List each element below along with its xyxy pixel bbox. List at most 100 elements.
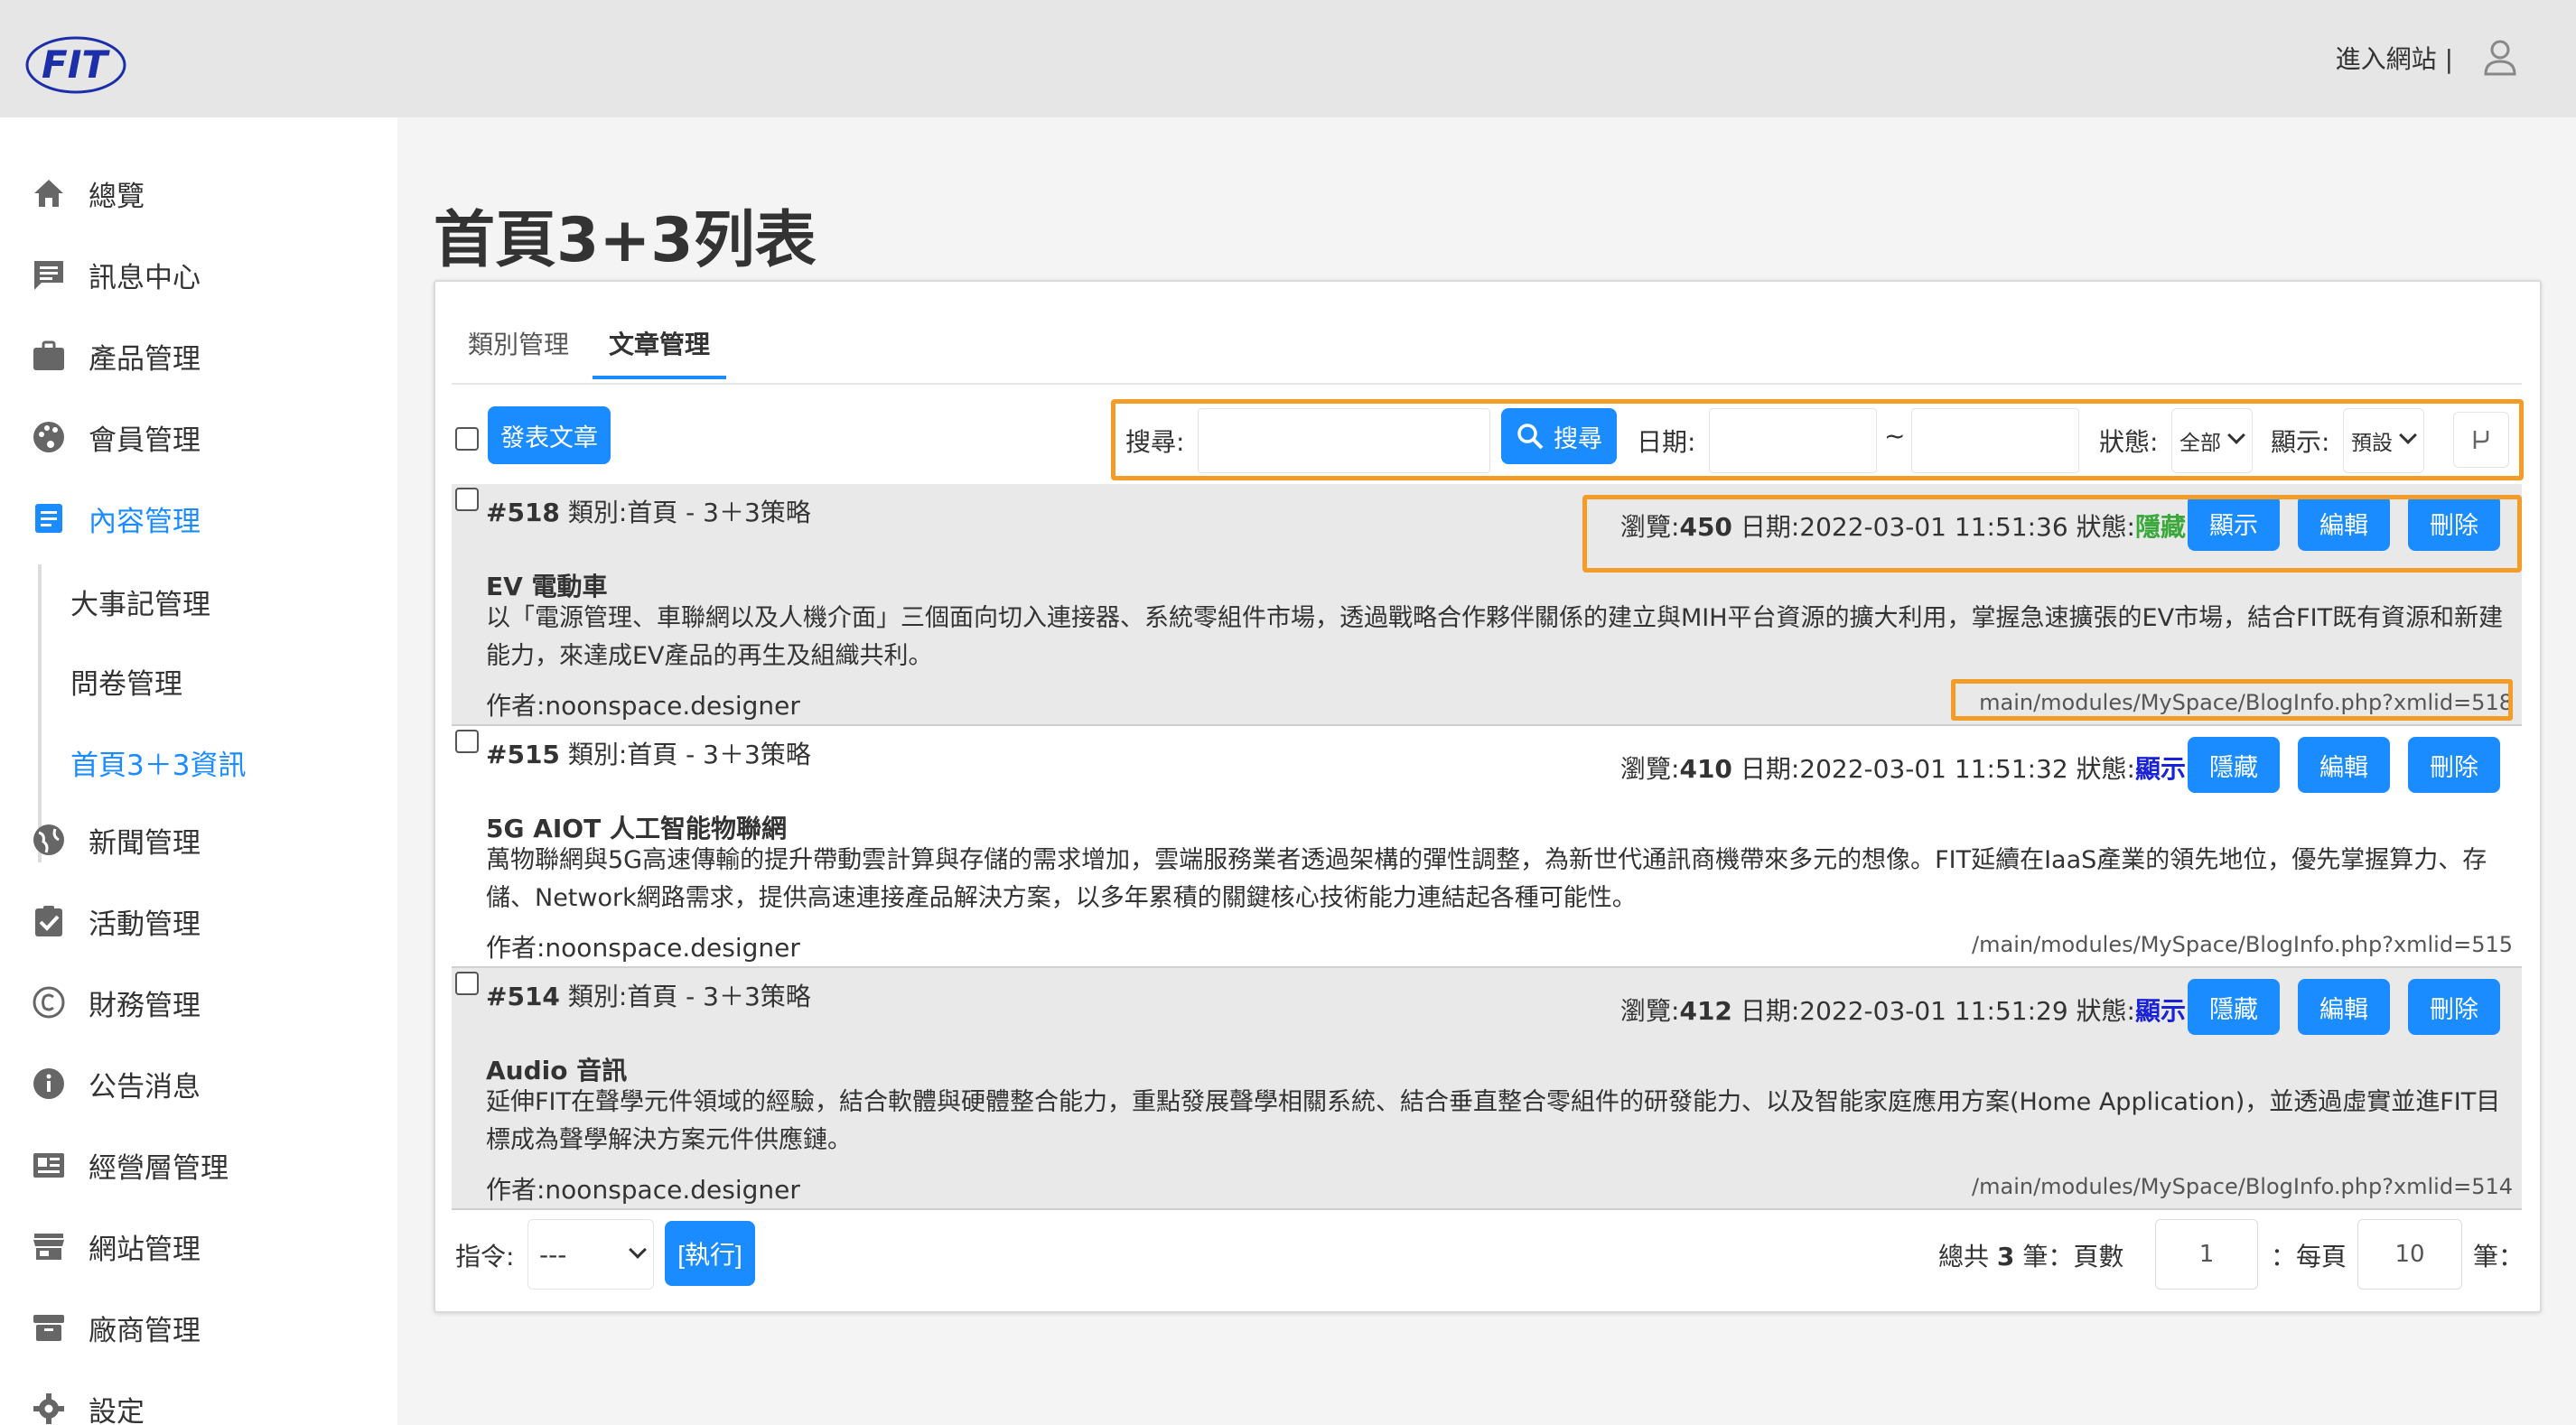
- sidebar-subitem-home-3plus3[interactable]: 首頁3＋3資訊: [70, 742, 246, 783]
- status-label: 狀態:: [2099, 427, 2159, 457]
- article-author: 作者:noonspace.designer: [486, 933, 800, 963]
- article-row: #515 類別:首頁 - 3＋3策略 瀏覽:410 日期:2022-03-01 …: [452, 726, 2522, 968]
- sidebar-item-products[interactable]: 產品管理: [31, 329, 201, 383]
- tabs-divider: [452, 383, 2522, 385]
- views-count: 412: [1679, 996, 1732, 1026]
- total-summary: 總共 3 筆：頁數: [1938, 1237, 2123, 1273]
- per-page-input[interactable]: 10: [2357, 1219, 2462, 1290]
- fit-logo[interactable]: FIT: [23, 31, 159, 96]
- article-category: 類別:首頁 - 3＋3策略: [567, 498, 811, 527]
- article-date: 日期:2022-03-01 11:51:32: [1740, 754, 2068, 784]
- page-number-input[interactable]: 1: [2155, 1219, 2258, 1290]
- top-bar: FIT 進入網站 |: [0, 0, 2576, 117]
- briefcase-icon: [33, 340, 64, 370]
- date-from-input[interactable]: [1709, 408, 1877, 473]
- delete-button[interactable]: 刪除: [2408, 979, 2500, 1035]
- sort-icon: [2473, 431, 2489, 449]
- article-url[interactable]: /main/modules/MySpace/BlogInfo.php?xmlid…: [1972, 932, 2513, 957]
- article-header: #518 類別:首頁 - 3＋3策略: [486, 493, 811, 529]
- search-input[interactable]: [1198, 408, 1490, 473]
- display-label: 顯示:: [2271, 427, 2330, 457]
- article-title[interactable]: 5G AIOT 人工智能物聯網: [486, 809, 787, 845]
- sidebar-item-finance[interactable]: 財務管理: [31, 975, 201, 1029]
- sidebar-item-news[interactable]: 新聞管理: [31, 813, 201, 867]
- sidebar-item-events[interactable]: 活動管理: [31, 894, 201, 948]
- select-all-checkbox[interactable]: [455, 427, 479, 451]
- hide-button[interactable]: 隱藏: [2188, 979, 2280, 1035]
- hide-button[interactable]: 隱藏: [2188, 737, 2280, 793]
- edit-button[interactable]: 編輯: [2298, 979, 2390, 1035]
- clipboard-check-icon: [35, 906, 62, 936]
- meta-highlight-box: [1582, 495, 2522, 573]
- article-description: 延伸FIT在聲學元件領域的經驗，結合軟體與硬體整合能力，重點發展聲學相關系統、結…: [486, 1088, 2501, 1154]
- date-separator: ~: [1884, 421, 1906, 451]
- sidebar-item-website[interactable]: 網站管理: [31, 1219, 201, 1273]
- user-icon[interactable]: [2482, 38, 2518, 78]
- date-to-input[interactable]: [1911, 408, 2079, 473]
- total-prefix: 總共: [1938, 1242, 1990, 1271]
- page-title: 首頁3+3列表: [434, 205, 817, 276]
- edit-button[interactable]: 編輯: [2298, 737, 2390, 793]
- sort-button[interactable]: [2453, 412, 2509, 468]
- sidebar-item-label: 總覽: [89, 180, 145, 213]
- tab-category-management[interactable]: 類別管理: [468, 325, 569, 377]
- article-description: 以「電源管理、車聯網以及人機介面」三個面向切入連接器、系統零組件市場，透過戰略合…: [486, 604, 2504, 670]
- article-author: 作者:noonspace.designer: [486, 691, 800, 721]
- command-label: 指令:: [455, 1242, 515, 1271]
- sidebar-item-announcements[interactable]: 公告消息: [31, 1057, 201, 1111]
- copyright-icon: [33, 986, 65, 1019]
- status-value: 顯示: [2134, 996, 2186, 1026]
- article-checkbox[interactable]: [455, 488, 479, 511]
- sidebar-item-content[interactable]: 內容管理: [31, 491, 201, 545]
- enter-site-link[interactable]: 進入網站 |: [2336, 40, 2453, 76]
- sidebar-item-label: 活動管理: [89, 908, 201, 941]
- article-checkbox[interactable]: [455, 972, 479, 995]
- article-title[interactable]: Audio 音訊: [486, 1051, 627, 1087]
- sidebar-item-settings[interactable]: 設定: [31, 1382, 145, 1425]
- sidebar-item-messages[interactable]: 訊息中心: [31, 247, 201, 302]
- status-select[interactable]: 全部: [2171, 408, 2253, 473]
- palette-icon: [33, 422, 64, 452]
- sidebar-item-members[interactable]: 會員管理: [31, 410, 201, 464]
- views-count: 410: [1679, 754, 1732, 784]
- chat-icon: [34, 261, 63, 290]
- home-icon: [34, 180, 63, 207]
- article-id: #518: [486, 498, 560, 527]
- article-category: 類別:首頁 - 3＋3策略: [567, 740, 811, 769]
- delete-button[interactable]: 刪除: [2408, 737, 2500, 793]
- display-selected-value: 預設: [2351, 432, 2393, 455]
- search-button[interactable]: 搜尋: [1501, 408, 1617, 464]
- sidebar-item-label: 網站管理: [89, 1233, 201, 1266]
- article-checkbox[interactable]: [455, 730, 479, 753]
- sidebar-item-label: 財務管理: [89, 989, 201, 1022]
- display-select[interactable]: 預設: [2343, 408, 2424, 473]
- command-select[interactable]: ---: [527, 1219, 654, 1290]
- views-label: 瀏覽:: [1620, 996, 1680, 1026]
- article-url[interactable]: /main/modules/MySpace/BlogInfo.php?xmlid…: [1972, 1174, 2513, 1199]
- sidebar-item-label: 廠商管理: [89, 1314, 201, 1347]
- per-page-label: ：每頁: [2271, 1242, 2347, 1271]
- status-label: 狀態:: [2076, 996, 2135, 1026]
- search-label: 搜尋:: [1125, 427, 1185, 457]
- execute-button[interactable]: [執行]: [665, 1221, 755, 1286]
- separator: |: [2444, 44, 2453, 74]
- search-icon: [1517, 424, 1544, 450]
- sidebar-item-vendors[interactable]: 廠商管理: [31, 1300, 201, 1355]
- sidebar-item-label: 公告消息: [89, 1070, 201, 1104]
- store-icon: [33, 1234, 64, 1260]
- enter-site-label: 進入網站: [2335, 44, 2437, 74]
- article-header: #515 類別:首頁 - 3＋3策略: [486, 735, 811, 771]
- article-title[interactable]: EV 電動車: [486, 567, 608, 603]
- total-count: 3: [1996, 1242, 2015, 1271]
- sidebar-subitem-milestones[interactable]: 大事記管理: [70, 582, 210, 622]
- publish-article-button[interactable]: 發表文章: [488, 406, 611, 464]
- sidebar-item-label: 會員管理: [89, 424, 201, 457]
- gear-icon: [33, 1393, 64, 1424]
- article-header: #514 類別:首頁 - 3＋3策略: [486, 977, 811, 1013]
- tab-article-management[interactable]: 文章管理: [593, 325, 727, 379]
- sidebar-item-overview[interactable]: 總覽: [31, 166, 145, 220]
- sidebar-item-label: 經營層管理: [89, 1151, 229, 1185]
- chevron-down-icon: [2227, 426, 2245, 444]
- sidebar-item-management[interactable]: 經營層管理: [31, 1138, 229, 1192]
- sidebar-subitem-surveys[interactable]: 問卷管理: [70, 661, 182, 702]
